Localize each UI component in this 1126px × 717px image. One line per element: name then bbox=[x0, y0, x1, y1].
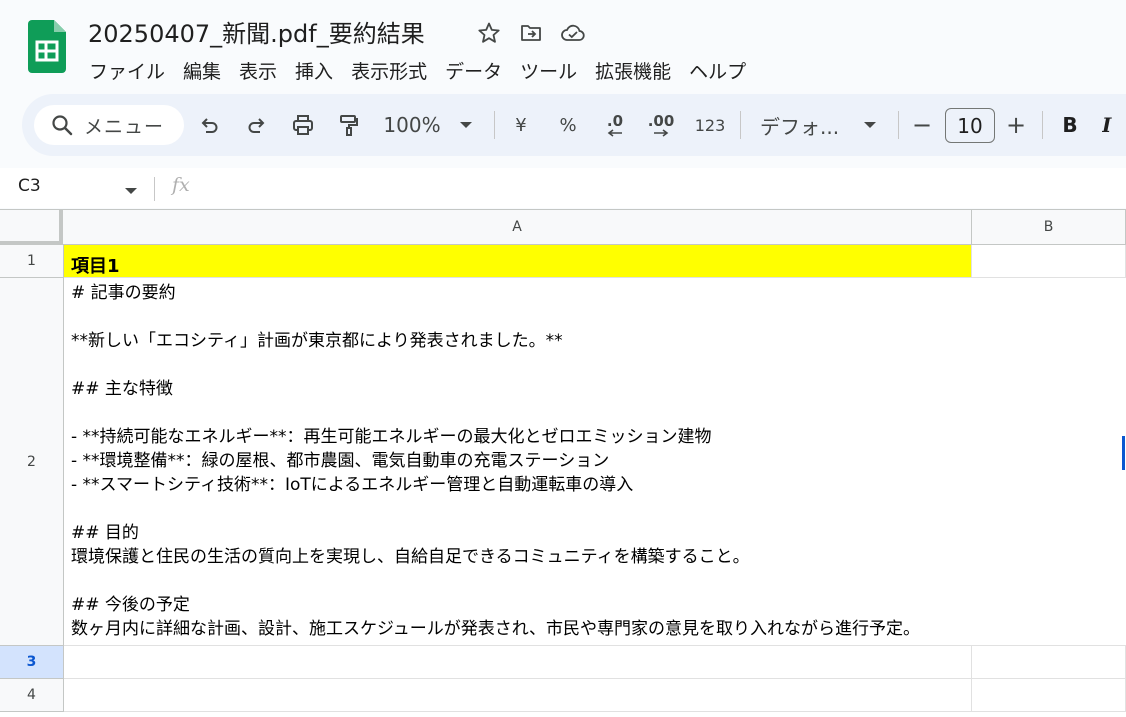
bold-button[interactable]: B bbox=[1056, 94, 1084, 156]
menu-data[interactable]: データ bbox=[436, 55, 511, 88]
row-header-3[interactable]: 3 bbox=[0, 646, 64, 679]
cell-a2[interactable]: # 記事の要約 **新しい「エコシティ」計画が東京都により発表されました。** … bbox=[64, 278, 1126, 646]
selection-indicator bbox=[1122, 436, 1125, 470]
column-header-a[interactable]: A bbox=[63, 210, 972, 245]
search-icon bbox=[50, 113, 74, 137]
toolbar-divider bbox=[740, 111, 741, 139]
font-size-input[interactable]: 10 bbox=[945, 108, 995, 143]
name-box[interactable]: C3 bbox=[18, 176, 41, 196]
fx-icon: fx bbox=[172, 174, 190, 196]
font-chevron-down-icon[interactable] bbox=[858, 94, 882, 156]
cloud-saved-icon[interactable] bbox=[560, 20, 586, 46]
formula-bar-divider bbox=[154, 177, 155, 201]
redo-icon[interactable] bbox=[242, 94, 272, 156]
paint-format-icon[interactable] bbox=[334, 94, 364, 156]
menu-help[interactable]: ヘルプ bbox=[680, 55, 755, 88]
decrease-font-size-button[interactable]: − bbox=[910, 94, 934, 156]
cell-b3[interactable] bbox=[972, 646, 1126, 679]
move-to-folder-icon[interactable] bbox=[518, 20, 544, 46]
select-all-corner[interactable] bbox=[0, 210, 63, 245]
italic-button[interactable]: I bbox=[1102, 94, 1126, 156]
column-header-b[interactable]: B bbox=[972, 210, 1126, 245]
menu-file[interactable]: ファイル bbox=[80, 55, 174, 88]
row-header-1[interactable]: 1 bbox=[0, 245, 64, 278]
formula-bar: C3 fx bbox=[0, 168, 1126, 208]
font-select[interactable]: デフォ... bbox=[760, 94, 846, 156]
formula-input[interactable] bbox=[210, 174, 1116, 202]
spreadsheet-grid: A B 1 2 3 4 項目1 # 記事の要約 **新しい「エコシティ」計画が東… bbox=[0, 209, 1126, 717]
increase-decimal-button[interactable]: .00 bbox=[642, 94, 680, 156]
percent-format-button[interactable]: % bbox=[554, 94, 582, 156]
zoom-select[interactable]: 100% bbox=[382, 94, 442, 156]
menu-extensions[interactable]: 拡張機能 bbox=[586, 55, 680, 88]
menu-view[interactable]: 表示 bbox=[230, 55, 286, 88]
print-icon[interactable] bbox=[288, 94, 318, 156]
undo-icon[interactable] bbox=[194, 94, 224, 156]
menu-tools[interactable]: ツール bbox=[511, 55, 586, 88]
toolbar: メニュー 100% ¥ % .0 .00 123 デフォ... − 10 + B… bbox=[22, 94, 1126, 156]
menu-search[interactable]: メニュー bbox=[34, 105, 184, 145]
document-title[interactable]: 20250407_新聞.pdf_要約結果 bbox=[88, 14, 425, 49]
cell-b1[interactable] bbox=[972, 245, 1126, 278]
cell-b4[interactable] bbox=[972, 679, 1126, 712]
arrow-right-icon bbox=[654, 128, 669, 137]
sheets-logo-icon[interactable] bbox=[28, 20, 66, 73]
toolbar-divider bbox=[1042, 111, 1043, 139]
menu-insert[interactable]: 挿入 bbox=[286, 55, 342, 88]
chevron-down-icon[interactable] bbox=[124, 180, 138, 199]
cell-a4[interactable] bbox=[64, 679, 972, 712]
row-header-2[interactable]: 2 bbox=[0, 278, 64, 646]
menu-search-label: メニュー bbox=[84, 115, 165, 138]
menu-format[interactable]: 表示形式 bbox=[342, 55, 436, 88]
menu-bar: ファイル 編集 表示 挿入 表示形式 データ ツール 拡張機能 ヘルプ bbox=[80, 55, 755, 88]
menu-edit[interactable]: 編集 bbox=[174, 55, 230, 88]
cell-a1[interactable]: 項目1 bbox=[64, 245, 972, 278]
currency-format-button[interactable]: ¥ bbox=[508, 94, 534, 156]
star-icon[interactable] bbox=[476, 20, 502, 46]
row-header-4[interactable]: 4 bbox=[0, 679, 64, 712]
cell-a3[interactable] bbox=[64, 646, 972, 679]
arrow-left-icon bbox=[607, 128, 622, 137]
increase-font-size-button[interactable]: + bbox=[1004, 94, 1028, 156]
toolbar-divider bbox=[898, 111, 899, 139]
toolbar-divider bbox=[494, 111, 495, 139]
zoom-chevron-down-icon[interactable] bbox=[454, 94, 478, 156]
decrease-decimal-button[interactable]: .0 bbox=[598, 94, 632, 156]
number-format-button[interactable]: 123 bbox=[692, 94, 728, 156]
